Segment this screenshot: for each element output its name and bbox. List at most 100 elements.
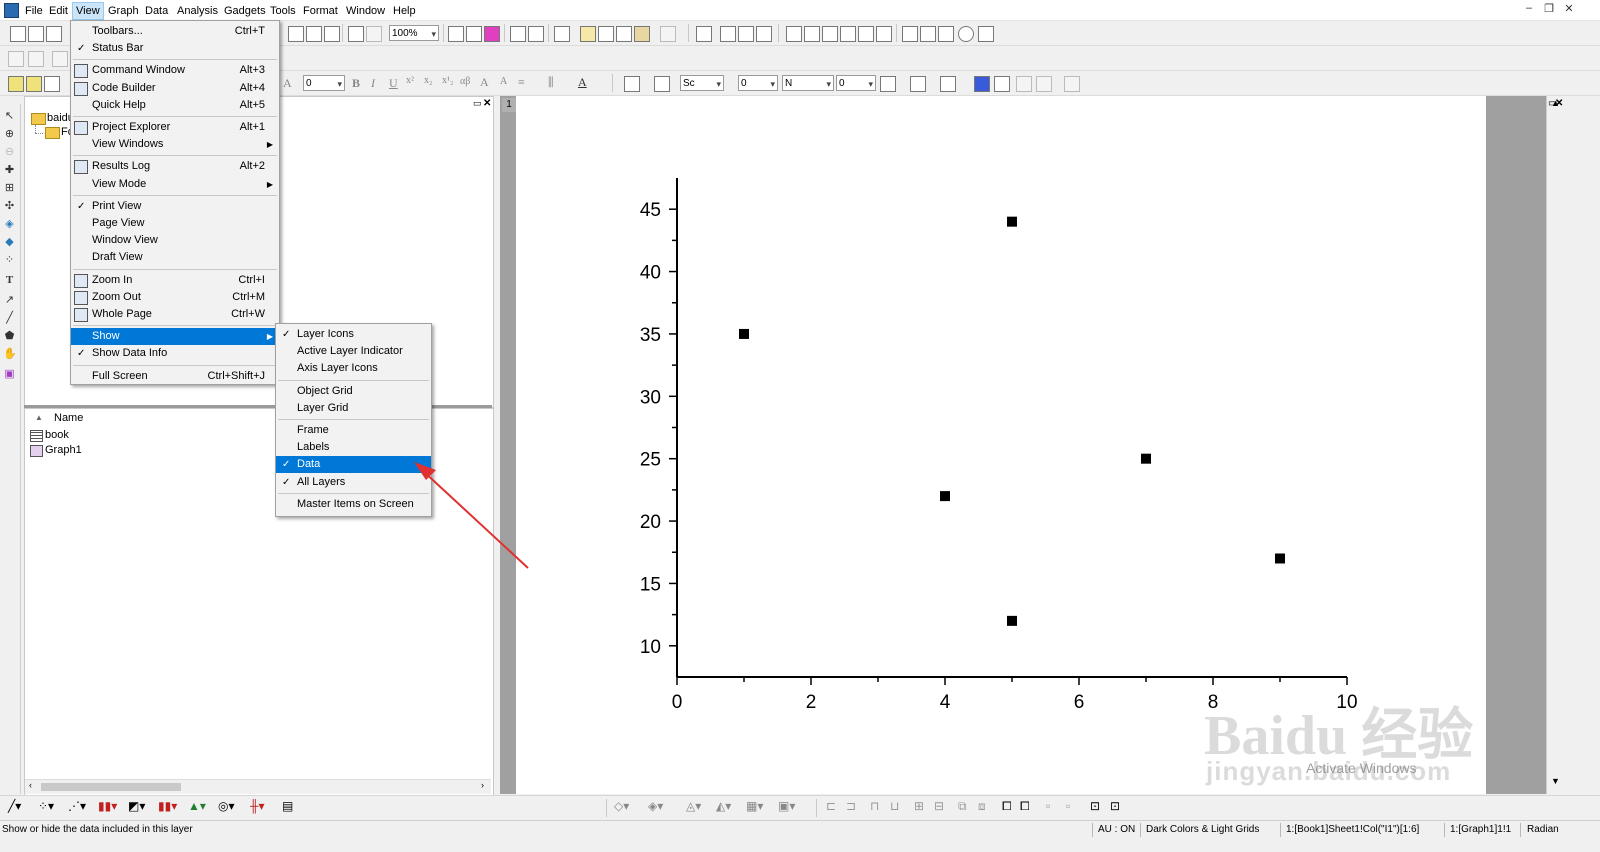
view-menu-item-results-log[interactable]: Results Log Alt+2	[71, 158, 279, 175]
align-right-icon[interactable]: ⊐	[846, 799, 856, 813]
data-reader-icon[interactable]: ⊞	[3, 182, 16, 195]
import-icon[interactable]	[288, 26, 304, 42]
view-menu-item-quick-help[interactable]: Quick Help Alt+5	[71, 97, 279, 114]
3d-ribbon-icon[interactable]: ◭▾	[716, 799, 731, 813]
axis-frame-icon[interactable]	[840, 26, 856, 42]
fill-pattern-combo[interactable]: N	[782, 75, 834, 92]
menu-tools[interactable]: Tools	[267, 3, 299, 19]
show-menu-item-object-grid[interactable]: Object Grid	[276, 383, 431, 400]
lock-icon[interactable]	[1064, 76, 1080, 92]
increase-font-icon[interactable]: A	[480, 75, 489, 90]
stock-icon[interactable]: ╫▾	[250, 799, 265, 813]
axis-box-icon[interactable]	[822, 26, 838, 42]
area-plot-icon[interactable]: ◩▾	[128, 799, 145, 813]
region-tool-icon[interactable]: ▣	[3, 368, 16, 381]
fill-color-icon[interactable]	[624, 76, 640, 92]
font-size-combo[interactable]: 0	[303, 75, 345, 92]
view-menu-item-page-view[interactable]: Page View	[71, 215, 279, 232]
3d-wire-icon[interactable]: ◬▾	[686, 799, 701, 813]
add-col-icon[interactable]	[8, 51, 24, 67]
align-bottom-icon[interactable]: ⊔	[890, 799, 899, 813]
recalculate-icon[interactable]	[366, 26, 382, 42]
layout-icon[interactable]	[484, 26, 500, 42]
same-size-icon[interactable]: ⊡	[1090, 799, 1100, 813]
calendar-icon[interactable]	[598, 26, 614, 42]
view-menu-item-show-data-info[interactable]: ✓ Show Data Info	[71, 345, 279, 362]
hand-icon[interactable]: ✋	[3, 348, 17, 361]
view-menu-item-show[interactable]: Show ▶	[71, 328, 279, 346]
greek-icon[interactable]: αβ	[460, 76, 470, 87]
view-menu-item-whole-page[interactable]: Whole Page Ctrl+W	[71, 306, 279, 323]
3d-image-icon[interactable]: ▣▾	[778, 799, 795, 813]
scroll-right-icon[interactable]: ›	[481, 780, 484, 790]
view-menu-item-view-windows[interactable]: View Windows ▶	[71, 136, 279, 153]
border-icon[interactable]	[910, 76, 926, 92]
close-icon[interactable]: ✕	[1560, 2, 1578, 18]
view-menu-item-print-view[interactable]: ✓ Print View	[71, 198, 279, 215]
scatter-plot-icon[interactable]: ⁘▾	[38, 799, 54, 813]
view-menu-item-code-builder[interactable]: Code Builder Alt+4	[71, 80, 279, 97]
column-plot-icon[interactable]: ▮▮▾	[98, 799, 117, 813]
font-a-icon[interactable]: A	[283, 76, 292, 91]
superscript-icon[interactable]: x²	[406, 75, 414, 86]
menu-gadgets[interactable]: Gadgets	[221, 3, 269, 19]
zoom-icon[interactable]: ⊕	[3, 128, 16, 141]
origin-app-icon[interactable]	[4, 3, 19, 18]
3d-surface-icon[interactable]: ◇▾	[614, 799, 629, 813]
axis-inset-icon[interactable]	[858, 26, 874, 42]
view-menu-item-full-screen[interactable]: Full Screen Ctrl+Shift+J	[71, 368, 279, 385]
add-layer-icon[interactable]	[720, 26, 736, 42]
scroll-thumb[interactable]	[41, 783, 181, 791]
pane-close-icon[interactable]: ✕	[483, 98, 491, 109]
forward-icon[interactable]: ▫	[1046, 799, 1050, 813]
scroll-down-icon[interactable]: ▼	[1551, 776, 1560, 786]
histogram-icon[interactable]: ▮▮▾	[158, 799, 177, 813]
view-menu-item-toolbars[interactable]: Toolbars... Ctrl+T	[71, 23, 279, 40]
show-menu-item-frame[interactable]: Frame	[276, 422, 431, 439]
align-icon[interactable]: ≡	[518, 75, 525, 90]
group-icon[interactable]: ⧉	[958, 799, 967, 814]
axis-bottom-left-icon[interactable]	[786, 26, 802, 42]
menu-help[interactable]: Help	[390, 3, 419, 19]
back-icon[interactable]: ⧠	[1020, 799, 1030, 814]
view-menu-item-zoom-in[interactable]: Zoom In Ctrl+I	[71, 272, 279, 289]
new-project-icon[interactable]	[10, 26, 26, 42]
results-log-icon[interactable]	[528, 26, 544, 42]
table-icon[interactable]	[978, 26, 994, 42]
menu-edit[interactable]: Edit	[46, 3, 71, 19]
import-wizard-icon[interactable]	[306, 26, 322, 42]
menu-format[interactable]: Format	[300, 3, 341, 19]
duplicate-icon[interactable]	[348, 26, 364, 42]
line-style-combo[interactable]: Sc	[680, 75, 724, 92]
column-icon[interactable]: ⫼	[548, 75, 554, 90]
pattern-icon[interactable]	[880, 76, 896, 92]
line-color-icon[interactable]	[654, 76, 670, 92]
backward-icon[interactable]: ▫	[1066, 799, 1070, 813]
zoom-combo[interactable]: 100%	[389, 25, 439, 42]
bold-icon[interactable]: B	[352, 76, 360, 91]
axis-top-left-icon[interactable]	[804, 26, 820, 42]
marker-m-icon[interactable]	[974, 76, 990, 92]
view-menu-item-command-window[interactable]: Command Window Alt+3	[71, 62, 279, 79]
gadget-icon[interactable]	[634, 26, 650, 42]
export-page-icon[interactable]	[466, 26, 482, 42]
layer-list-icon[interactable]	[902, 26, 918, 42]
minimize-icon[interactable]: –	[1520, 2, 1538, 18]
merge-icon[interactable]	[920, 26, 936, 42]
brush-icon[interactable]	[26, 76, 42, 92]
code-builder-icon[interactable]	[580, 26, 596, 42]
view-menu-item-status-bar[interactable]: ✓ Status Bar	[71, 40, 279, 57]
graph-close-icon[interactable]: ✕	[1555, 98, 1563, 109]
x-range-icon[interactable]	[994, 76, 1010, 92]
show-menu-item-active-layer-indicator[interactable]: Active Layer Indicator	[276, 343, 431, 360]
italic-icon[interactable]: I	[371, 76, 375, 91]
menu-window[interactable]: Window	[343, 3, 388, 19]
item-book[interactable]: book	[45, 429, 69, 441]
pencil-icon[interactable]	[8, 76, 24, 92]
sort-up-icon[interactable]: ▲	[35, 413, 43, 422]
ungroup-icon[interactable]: ⧈	[978, 799, 986, 814]
spread-icon[interactable]	[1016, 76, 1032, 92]
align-center-icon[interactable]: ⊞	[914, 799, 924, 813]
menu-data[interactable]: Data	[142, 3, 171, 19]
polar-icon[interactable]: ◎▾	[218, 799, 235, 813]
